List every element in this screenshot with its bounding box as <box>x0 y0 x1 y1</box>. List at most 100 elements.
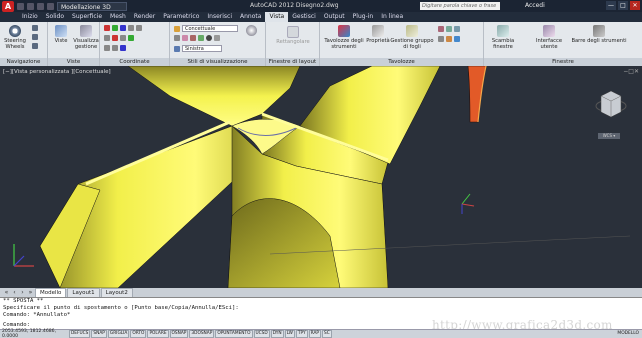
panel-finestre: Scambia finestre Interfacce utente Barre… <box>484 22 642 66</box>
zoom-icon[interactable] <box>32 43 38 49</box>
toggle-orto[interactable]: ORTO <box>130 330 147 338</box>
panel-title-finestre: Finestre <box>484 58 642 66</box>
toggle-opuntamento[interactable]: OPUNTAMENTO <box>215 330 253 338</box>
close-button[interactable]: ✕ <box>630 1 640 10</box>
save-icon[interactable] <box>37 2 44 10</box>
drawing-viewport[interactable]: [−][Vista personalizzata ][Concettuale] … <box>0 66 642 288</box>
visual-style-row: Concettuale <box>174 25 238 32</box>
panel-finestre-layout: Rettangolare Finestre di layout <box>266 22 320 66</box>
viewport-label[interactable]: [−][Vista personalizzata ][Concettuale] <box>3 69 111 75</box>
properties-button[interactable]: Proprietà <box>366 25 390 44</box>
ucs-corner-icon <box>13 244 34 267</box>
toggle-lw[interactable]: LW <box>284 330 295 338</box>
last-tab-arrow-icon[interactable]: » <box>27 289 34 296</box>
switch-windows-icon <box>497 25 509 37</box>
panel-stili: Concettuale Sinistra Stili di visualizza… <box>170 22 266 66</box>
toggle-rap[interactable]: RAP <box>308 330 321 338</box>
tab-output[interactable]: Output <box>320 12 349 22</box>
palette-tools[interactable] <box>438 26 460 32</box>
tab-vista[interactable]: Vista <box>265 12 289 22</box>
toggle-ucsd[interactable]: UCSD <box>253 330 270 338</box>
tab-layout1[interactable]: Layout1 <box>67 287 100 298</box>
tab-mesh[interactable]: Mesh <box>106 12 130 22</box>
steering-wheel-icon <box>9 25 21 37</box>
tab-in-linea[interactable]: In linea <box>377 12 407 22</box>
toggle-tpy[interactable]: TPY <box>295 330 308 338</box>
render-tools-row[interactable] <box>174 35 220 41</box>
tab-render[interactable]: Render <box>130 12 159 22</box>
tab-plugin[interactable]: Plug-in <box>349 12 378 22</box>
minimize-button[interactable]: — <box>606 1 616 10</box>
ucs-tools-row2[interactable] <box>104 35 134 41</box>
switch-windows-button[interactable]: Scambia finestre <box>486 25 520 50</box>
toggle-osnap[interactable]: OSNAP <box>169 330 189 338</box>
tab-parametrico[interactable]: Parametrico <box>159 12 203 22</box>
workspace-dropdown[interactable]: Modellazione 3D <box>57 1 127 11</box>
tab-inserisci[interactable]: Inserisci <box>203 12 236 22</box>
window-controls: — □ ✕ <box>606 1 640 10</box>
orbit-icon[interactable] <box>32 34 38 40</box>
panel-title-tavolozze: Tavolozze <box>320 58 483 66</box>
toggle-defucs[interactable]: DEFUCS <box>69 330 91 338</box>
render-sphere-icon[interactable] <box>246 25 257 36</box>
panel-navigazione: Steering Wheels Navigazione <box>0 22 48 66</box>
tab-inizio[interactable]: Inizio <box>18 12 42 22</box>
application-menu-button[interactable]: A <box>2 0 14 12</box>
new-icon[interactable] <box>17 2 24 10</box>
sheet-set-manager-button[interactable]: Gestione gruppo di fogli <box>390 25 434 50</box>
next-tab-arrow-icon[interactable]: › <box>19 289 26 296</box>
toggle-snap[interactable]: SNAP <box>91 330 107 338</box>
tool-palettes-button[interactable]: Tavolozze degli strumenti <box>322 25 366 50</box>
toggle-sc[interactable]: SC <box>321 330 332 338</box>
panel-tavolozze: Tavolozze degli strumenti Proprietà Gest… <box>320 22 484 66</box>
palette-tools-2[interactable] <box>438 36 460 42</box>
toggle-polare[interactable]: POLARE <box>147 330 169 338</box>
view-manager-button[interactable]: Visualizza gestione <box>72 25 100 50</box>
undo-icon[interactable] <box>47 2 54 10</box>
ucs-tools-row3[interactable] <box>104 45 126 51</box>
rectangle-viewport-icon <box>287 26 299 38</box>
toggle-dyn[interactable]: DYN <box>270 330 284 338</box>
command-history-2: Specificare il punto di spostamento o [P… <box>3 305 239 312</box>
visual-style-icon <box>174 25 180 32</box>
viewport-controls[interactable]: −□✕ <box>623 68 639 75</box>
search-input[interactable]: Digitare parola chiave o frase <box>420 2 500 10</box>
status-right: MODELLO <box>617 331 639 336</box>
open-icon[interactable] <box>27 2 34 10</box>
login-button[interactable]: Accedi <box>525 2 545 9</box>
view-cube[interactable] <box>595 90 627 118</box>
views-cube-icon <box>55 25 67 37</box>
panel-title-stili: Stili di visualizzazione <box>170 58 265 66</box>
toggle-3dosnap[interactable]: 3DOSNAP <box>189 330 215 338</box>
tab-annota[interactable]: Annota <box>236 12 265 22</box>
panel-viste: Viste Visualizza gestione Viste <box>48 22 100 66</box>
red-curved-part <box>467 66 487 123</box>
prev-tab-arrow-icon[interactable]: ‹ <box>11 289 18 296</box>
steering-wheels-button[interactable]: Steering Wheels <box>2 25 28 50</box>
tab-superficie[interactable]: Superficie <box>68 12 106 22</box>
ucs-tools-row1[interactable] <box>104 25 142 31</box>
wcs-menu[interactable]: WCS ▾ <box>598 133 620 139</box>
user-interface-button[interactable]: Interfacce utente <box>532 25 566 50</box>
view-manager-icon <box>80 25 92 37</box>
tab-layout2[interactable]: Layout2 <box>100 287 133 298</box>
command-history-1: ** SPOSTA ** <box>3 298 44 304</box>
model-canvas <box>13 66 631 288</box>
view-direction-dropdown[interactable]: Sinistra <box>182 45 222 52</box>
tab-solido[interactable]: Solido <box>42 12 68 22</box>
ribbon: Steering Wheels Navigazione Viste Visual… <box>0 22 642 66</box>
model-space-label[interactable]: MODELLO <box>617 331 639 336</box>
toggle-griglia[interactable]: GRIGLIA <box>107 330 130 338</box>
visual-style-dropdown[interactable]: Concettuale <box>182 25 238 32</box>
first-tab-arrow-icon[interactable]: « <box>3 289 10 296</box>
rettangolare-button[interactable]: Rettangolare <box>269 26 317 45</box>
toolbars-button[interactable]: Barre degli strumenti <box>570 25 628 44</box>
sheet-set-icon <box>406 25 418 37</box>
tab-gestisci[interactable]: Gestisci <box>288 12 320 22</box>
pan-icon[interactable] <box>32 25 38 31</box>
panel-title-viste: Viste <box>48 58 99 66</box>
viste-button[interactable]: Viste <box>50 25 72 44</box>
window-title: AutoCAD 2012 Disegno2.dwg <box>250 2 339 9</box>
tab-modello[interactable]: Modello <box>35 287 67 298</box>
maximize-button[interactable]: □ <box>618 1 628 10</box>
